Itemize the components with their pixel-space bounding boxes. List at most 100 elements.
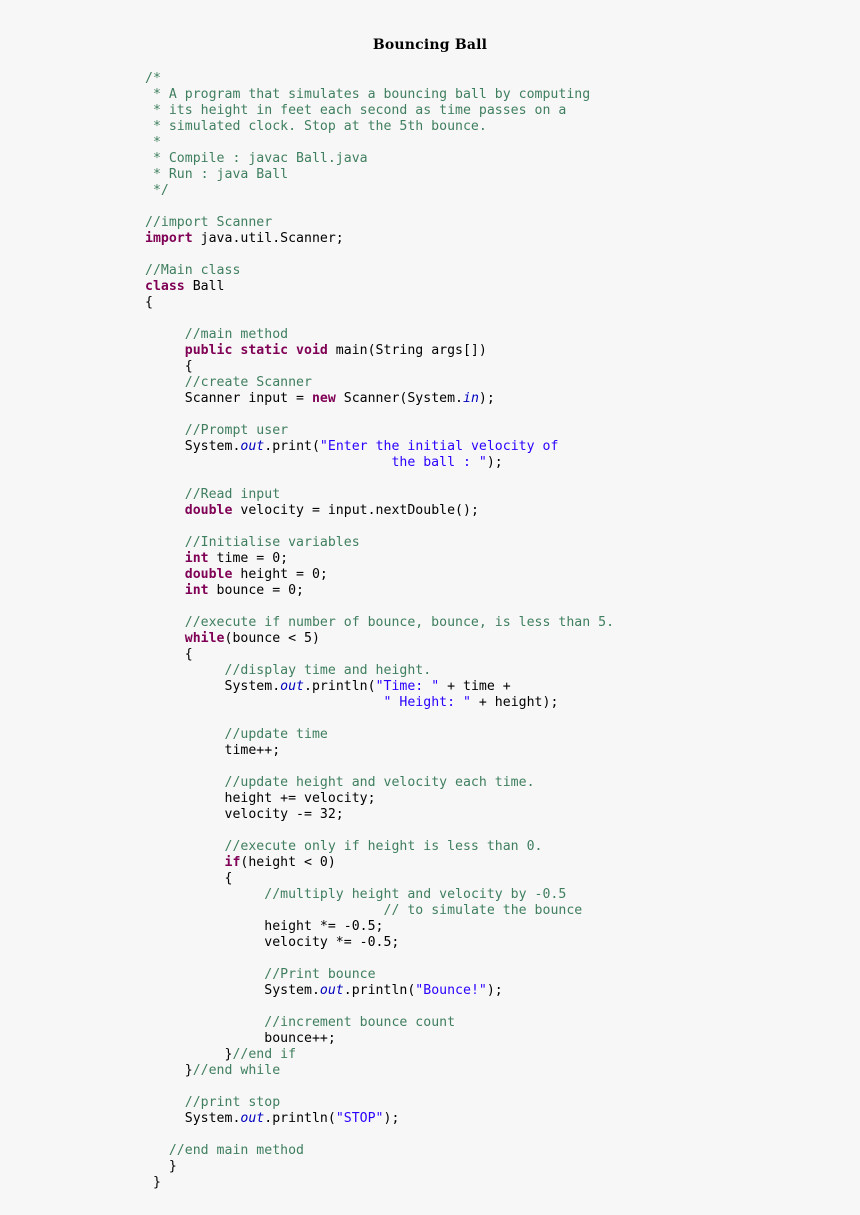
- code-token-pln: [145, 631, 185, 646]
- code-token-pln: System.: [145, 1111, 241, 1127]
- code-token-cmt: //Main class: [145, 263, 241, 279]
- code-token-pln: System.: [145, 439, 241, 455]
- code-token-pln: [145, 551, 185, 566]
- code-line: {: [145, 647, 614, 663]
- code-line: }//end while: [145, 1063, 614, 1079]
- code-token-cmt: //main method: [184, 327, 289, 343]
- code-token-pln: [145, 503, 185, 518]
- code-token-pln: }: [145, 1063, 193, 1079]
- code-listing-page: Bouncing Ball /* * A program that simula…: [0, 0, 860, 1215]
- code-line: //increment bounce count: [145, 1015, 614, 1031]
- code-token-pln: [145, 1143, 169, 1158]
- code-token-pln: Scanner(System.: [335, 391, 464, 407]
- code-token-str: "Bounce!": [415, 983, 487, 999]
- code-token-pln: height *= -0.5;: [145, 919, 384, 935]
- code-line: //Initialise variables: [145, 535, 614, 551]
- code-token-pln: );: [486, 455, 503, 471]
- code-line: }: [145, 1159, 614, 1175]
- code-line: }: [145, 1175, 614, 1191]
- code-token-str: " Height: ": [383, 695, 471, 711]
- code-line: */: [145, 183, 614, 199]
- code-token-str: the ball : ": [391, 455, 487, 471]
- code-token-pln: [145, 967, 264, 982]
- code-token-kw: while: [184, 631, 225, 647]
- code-token-fld: out: [280, 679, 305, 695]
- code-token-pln: Ball: [184, 279, 225, 295]
- code-line: System.out.print("Enter the initial velo…: [145, 439, 614, 455]
- code-token-pln: (bounce < 5): [224, 631, 320, 647]
- code-token-cmt: //display time and height.: [224, 663, 432, 679]
- code-token-cmt: */: [145, 183, 169, 199]
- code-token-pln: System.: [145, 679, 281, 695]
- code-token-cmt: * A program that simulates a bouncing ba…: [145, 87, 591, 103]
- code-token-kw: if: [224, 855, 241, 871]
- code-line: velocity -= 32;: [145, 807, 614, 823]
- code-line: class Ball: [145, 279, 614, 295]
- code-token-pln: time = 0;: [208, 551, 289, 567]
- code-token-cmt: //Initialise variables: [184, 535, 360, 551]
- code-token-pln: [145, 1095, 185, 1110]
- code-token-pln: {: [145, 871, 233, 887]
- code-line: //print stop: [145, 1095, 614, 1111]
- code-line: * A program that simulates a bouncing ba…: [145, 87, 614, 103]
- code-token-kw: public static void: [184, 343, 328, 359]
- code-token-pln: [145, 855, 225, 870]
- code-token-cmt: //execute if number of bounce, bounce, i…: [184, 615, 615, 631]
- code-line: System.out.println("STOP");: [145, 1111, 614, 1127]
- code-token-pln: {: [145, 295, 153, 311]
- code-token-pln: [145, 487, 185, 502]
- code-line: System.out.println("Time: " + time +: [145, 679, 614, 695]
- code-line: the ball : ");: [145, 455, 614, 471]
- code-token-pln: time++;: [145, 743, 281, 759]
- code-token-pln: velocity *= -0.5;: [145, 935, 400, 951]
- code-line: //main method: [145, 327, 614, 343]
- code-line: * simulated clock. Stop at the 5th bounc…: [145, 119, 614, 135]
- code-token-pln: );: [486, 983, 503, 999]
- code-token-kw: import: [145, 231, 193, 247]
- code-token-pln: }: [145, 1175, 161, 1191]
- java-source-code: /* * A program that simulates a bouncing…: [145, 71, 614, 1191]
- code-token-fld: out: [319, 983, 344, 999]
- code-line: //execute only if height is less than 0.: [145, 839, 614, 855]
- code-token-cmt: //Print bounce: [264, 967, 376, 983]
- code-line: public static void main(String args[]): [145, 343, 614, 359]
- code-token-kw: double: [184, 567, 233, 583]
- code-token-pln: );: [478, 391, 495, 407]
- code-line: //end main method: [145, 1143, 614, 1159]
- code-line: Scanner input = new Scanner(System.in);: [145, 391, 614, 407]
- code-token-cmt: //end while: [192, 1063, 281, 1079]
- code-token-str: "Enter the initial velocity of: [319, 439, 559, 455]
- code-line: //Main class: [145, 263, 614, 279]
- code-line: *: [145, 135, 614, 151]
- code-token-pln: .println(: [343, 983, 416, 999]
- code-token-cmt: //end main method: [168, 1143, 305, 1159]
- code-token-pln: {: [145, 647, 193, 663]
- code-token-cmt: * its height in feet each second as time…: [145, 103, 567, 119]
- code-token-pln: java.util.Scanner;: [192, 231, 344, 247]
- code-token-fld: out: [240, 439, 265, 455]
- code-token-kw: new: [311, 391, 336, 407]
- code-token-kw: int: [184, 551, 209, 567]
- code-token-cmt: * simulated clock. Stop at the 5th bounc…: [145, 119, 487, 135]
- code-token-cmt: *: [145, 135, 161, 151]
- code-token-cmt: * Run : java Ball: [145, 167, 289, 183]
- code-token-pln: [145, 663, 225, 678]
- code-token-pln: bounce = 0;: [208, 583, 305, 599]
- code-token-cmt: //create Scanner: [184, 375, 312, 391]
- code-line: //create Scanner: [145, 375, 614, 391]
- code-line: //display time and height.: [145, 663, 614, 679]
- code-line: if(height < 0): [145, 855, 614, 871]
- code-token-pln: [145, 343, 185, 358]
- code-token-pln: [145, 887, 264, 902]
- code-line: height += velocity;: [145, 791, 614, 807]
- code-token-cmt: // to simulate the bounce: [383, 903, 583, 919]
- code-token-cmt: * Compile : javac Ball.java: [145, 151, 368, 167]
- code-line: velocity *= -0.5;: [145, 935, 614, 951]
